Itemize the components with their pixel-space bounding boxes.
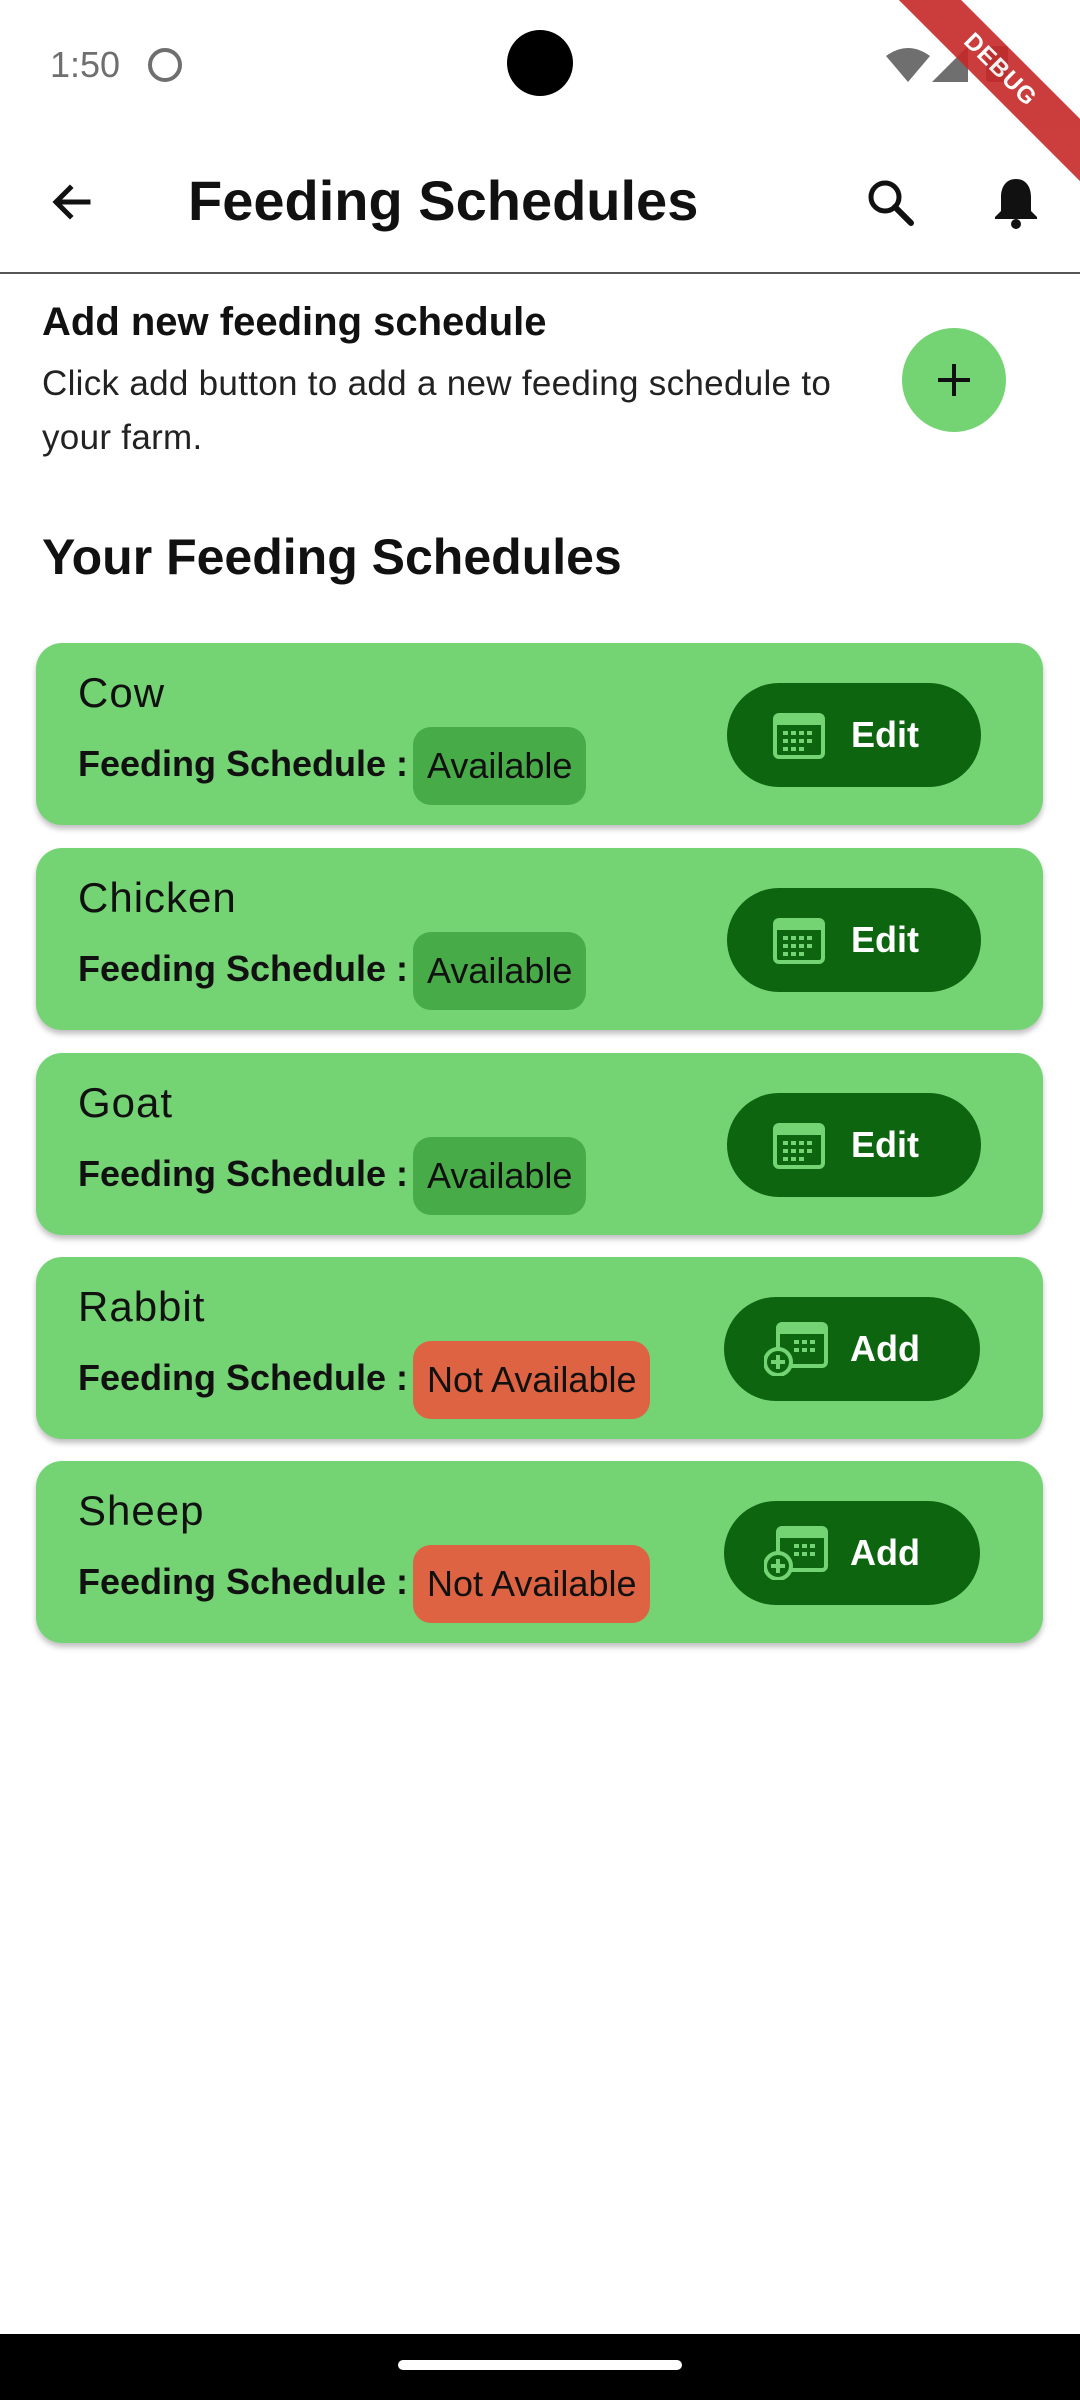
calendar-icon [773,916,825,964]
calendar-add-icon [764,1526,828,1580]
add-schedule-button[interactable] [902,328,1006,432]
schedule-card-chicken: Chicken Feeding Schedule : Available Edi… [36,848,1043,1030]
add-button-label: Add [850,1328,920,1369]
status-badge: Available [413,727,587,805]
arrow-left-icon [52,184,91,220]
home-indicator[interactable] [398,2360,682,2370]
edit-schedule-button[interactable]: Edit [727,888,981,992]
schedule-label: Feeding Schedule : [78,1561,409,1602]
animal-name: Goat [78,1079,174,1126]
animal-name: Chicken [78,874,237,921]
edit-button-label: Edit [851,919,919,960]
calendar-icon [773,711,825,759]
schedule-card-sheep: Sheep Feeding Schedule : Not Available A… [36,1461,1043,1643]
app-bar: Feeding Schedules [0,130,1080,274]
schedule-label: Feeding Schedule : [78,948,409,989]
edit-button-label: Edit [851,1124,919,1165]
search-icon [868,180,914,226]
schedule-label: Feeding Schedule : [78,1153,409,1194]
plus-icon [938,364,970,396]
add-feeding-schedule-button[interactable]: Add [724,1297,980,1401]
calendar-add-icon [764,1322,828,1376]
wifi-icon [886,48,930,82]
status-badge: Available [413,1137,587,1215]
camera-cutout [507,30,573,96]
status-badge: Not Available [413,1341,651,1419]
schedule-label: Feeding Schedule : [78,743,409,784]
schedule-card-goat: Goat Feeding Schedule : Available Edit [36,1053,1043,1235]
schedules-section-title: Your Feeding Schedules [42,529,622,585]
edit-schedule-button[interactable]: Edit [727,683,981,787]
bell-icon [995,179,1037,229]
status-badge: Not Available [413,1545,651,1623]
animal-name: Sheep [78,1487,205,1534]
schedule-card-rabbit: Rabbit Feeding Schedule : Not Available … [36,1257,1043,1439]
app-notification-icon [148,48,182,82]
page-title: Feeding Schedules [188,169,699,232]
status-bar: 1:50 DEBUG [0,0,1080,192]
back-button[interactable] [40,170,104,234]
search-button[interactable] [858,170,922,234]
add-schedule-section: Add new feeding schedule Click add butto… [42,300,862,465]
schedule-card-cow: Cow Feeding Schedule : Available Edit [36,643,1043,825]
animal-name: Cow [78,669,166,716]
notifications-button[interactable] [984,170,1048,234]
add-feeding-schedule-button[interactable]: Add [724,1501,980,1605]
animal-name: Rabbit [78,1283,206,1330]
edit-schedule-button[interactable]: Edit [727,1093,981,1197]
status-time: 1:50 [50,44,121,85]
add-schedule-heading: Add new feeding schedule [42,300,547,344]
edit-button-label: Edit [851,714,919,755]
calendar-icon [773,1121,825,1169]
system-navigation-bar [0,2334,1080,2400]
add-button-label: Add [850,1532,920,1573]
add-schedule-description: Click add button to add a new feeding sc… [42,364,832,457]
status-badge: Available [413,932,587,1010]
schedule-label: Feeding Schedule : [78,1357,409,1398]
